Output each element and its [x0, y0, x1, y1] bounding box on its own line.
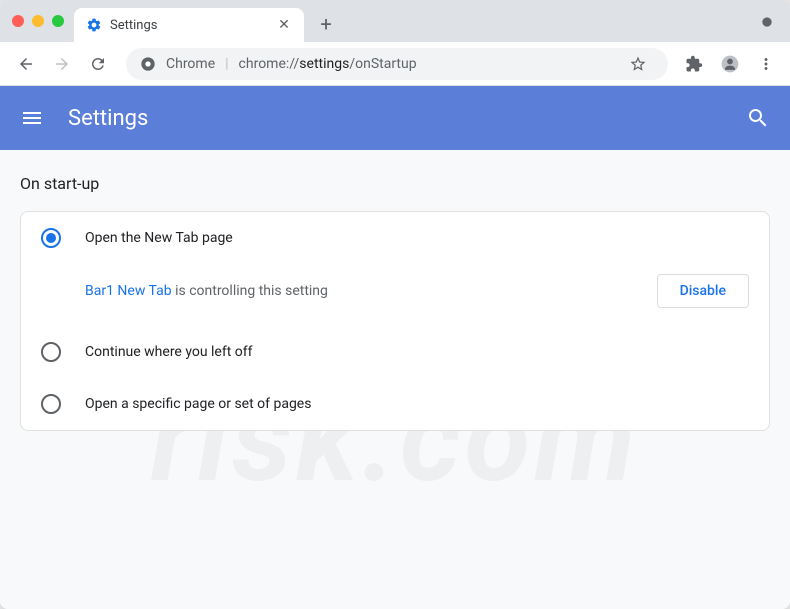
back-button[interactable] — [10, 48, 42, 80]
url-scheme: Chrome — [166, 56, 215, 72]
url-path-rest: /onStartup — [349, 56, 416, 72]
address-bar[interactable]: Chrome | chrome://settings/onStartup — [126, 48, 668, 80]
radio-button[interactable] — [41, 342, 61, 362]
url-path-strong: settings — [299, 56, 349, 72]
startup-options-card: Open the New Tab page Bar1 New Tab is co… — [20, 211, 770, 431]
close-window-button[interactable] — [12, 15, 24, 27]
browser-tab[interactable]: Settings ✕ — [74, 8, 304, 42]
disable-button[interactable]: Disable — [657, 274, 749, 308]
toolbar-actions — [680, 50, 780, 78]
menu-button[interactable] — [752, 50, 780, 78]
content-area: PCrisk.com On start-up Open the New Tab … — [0, 150, 790, 609]
settings-title: Settings — [68, 106, 746, 131]
gear-icon — [86, 17, 102, 33]
maximize-window-button[interactable] — [52, 15, 64, 27]
option-specific-pages[interactable]: Open a specific page or set of pages — [21, 378, 769, 430]
tab-bar: Settings ✕ + — [0, 0, 790, 42]
extension-notice: Bar1 New Tab is controlling this setting… — [21, 264, 769, 326]
browser-window: Settings ✕ + Chrome | chrome://settings/… — [0, 0, 790, 609]
url-domain: chrome:// — [239, 56, 300, 72]
close-tab-button[interactable]: ✕ — [276, 17, 292, 33]
option-new-tab[interactable]: Open the New Tab page — [21, 212, 769, 264]
option-label: Continue where you left off — [85, 344, 253, 360]
option-continue[interactable]: Continue where you left off — [21, 326, 769, 378]
reload-button[interactable] — [82, 48, 114, 80]
extension-link[interactable]: Bar1 New Tab — [85, 283, 172, 299]
option-label: Open a specific page or set of pages — [85, 396, 311, 412]
settings-header: Settings — [0, 86, 790, 150]
forward-button[interactable] — [46, 48, 78, 80]
hamburger-button[interactable] — [20, 106, 44, 130]
section-title: On start-up — [20, 174, 770, 193]
radio-button[interactable] — [41, 394, 61, 414]
bookmark-button[interactable] — [622, 48, 654, 80]
url-text: Chrome | chrome://settings/onStartup — [166, 56, 417, 72]
option-label: Open the New Tab page — [85, 230, 233, 246]
search-button[interactable] — [746, 106, 770, 130]
chevron-down-icon[interactable] — [760, 14, 774, 28]
tab-title: Settings — [110, 18, 268, 33]
extensions-button[interactable] — [680, 50, 708, 78]
profile-button[interactable] — [716, 50, 744, 78]
new-tab-button[interactable]: + — [312, 10, 340, 38]
extension-notice-text: Bar1 New Tab is controlling this setting — [85, 283, 645, 299]
browser-toolbar: Chrome | chrome://settings/onStartup — [0, 42, 790, 86]
chrome-icon — [140, 56, 156, 72]
url-divider: | — [225, 56, 228, 72]
notice-suffix: is controlling this setting — [172, 283, 328, 299]
traffic-lights — [12, 15, 64, 27]
radio-button[interactable] — [41, 228, 61, 248]
minimize-window-button[interactable] — [32, 15, 44, 27]
